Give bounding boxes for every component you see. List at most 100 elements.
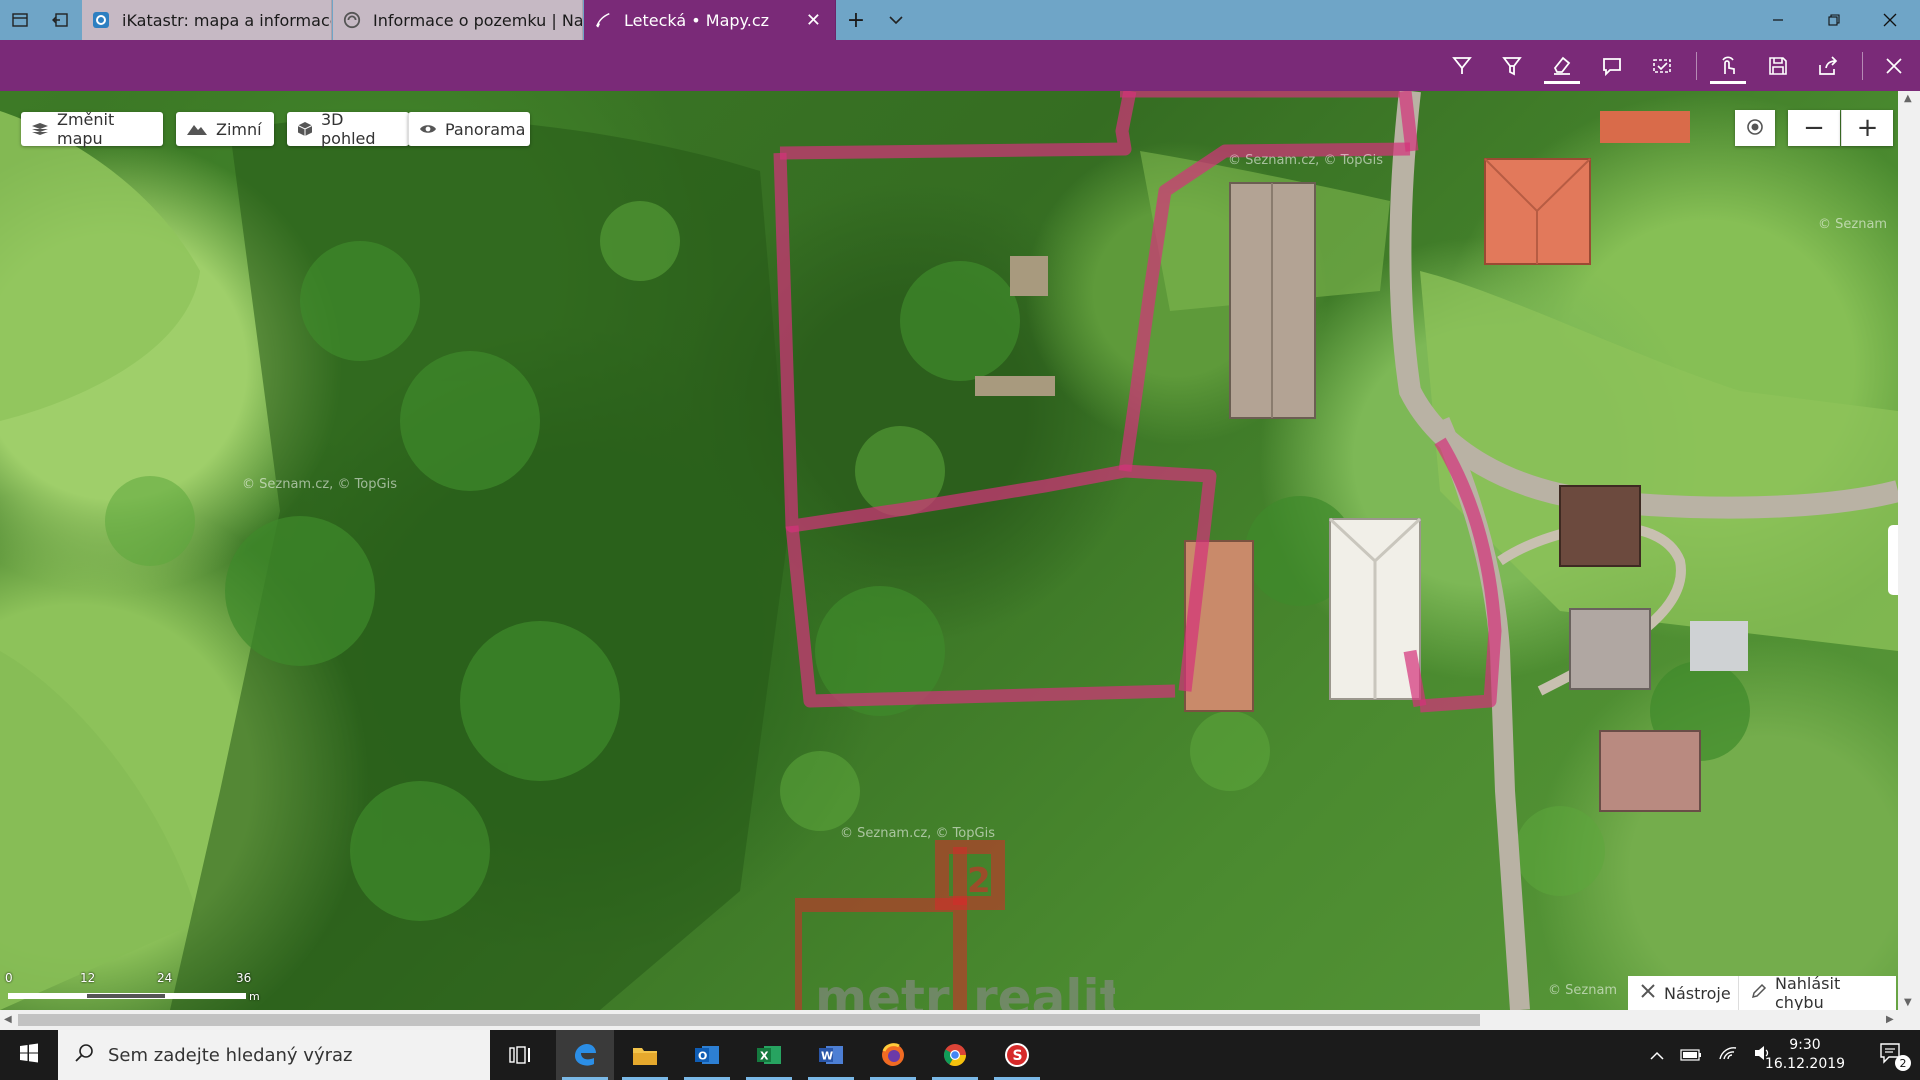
report-error-label: Nahlásit chybu	[1775, 974, 1841, 1010]
scale-tick-label: 36	[236, 971, 252, 985]
outlook-icon[interactable]: O	[678, 1030, 736, 1080]
tab-list-chevron-icon[interactable]	[876, 0, 916, 40]
aerial-map[interactable]: Změnit mapu Zimní 3D pohled Panorama − +…	[0, 91, 1898, 1010]
close-tab-icon[interactable]: ✕	[792, 10, 821, 31]
scroll-up-arrow-icon[interactable]: ▲	[1904, 93, 1912, 104]
cube-icon	[297, 121, 313, 137]
save-web-note-icon[interactable]	[1760, 48, 1796, 84]
change-map-button[interactable]: Změnit mapu	[21, 110, 163, 148]
file-explorer-icon[interactable]	[616, 1030, 674, 1080]
ballpoint-pen-icon[interactable]	[1444, 48, 1480, 84]
winter-label: Zimní	[216, 119, 262, 139]
exit-inking-icon[interactable]	[1876, 48, 1912, 84]
system-tray	[1650, 1030, 1772, 1080]
clip-icon[interactable]	[1644, 48, 1680, 84]
copyright-watermark: © Seznam.cz, © TopGis	[242, 477, 397, 492]
toolbar-divider	[1862, 52, 1863, 80]
scroll-left-arrow-icon[interactable]: ◀	[4, 1014, 12, 1025]
firefox-icon[interactable]	[864, 1030, 922, 1080]
zoom-out-label: −	[1803, 113, 1825, 143]
search-placeholder: Sem zadejte hledaný výraz	[108, 1044, 353, 1066]
clock-time: 9:30	[1789, 1037, 1821, 1053]
pencil-icon	[1751, 983, 1767, 1003]
svg-text:S: S	[1013, 1048, 1023, 1064]
restore-button[interactable]	[1806, 0, 1862, 40]
tools-label: Nástroje	[1664, 983, 1731, 1003]
winter-map-button[interactable]: Zimní	[176, 112, 274, 146]
tools-icon	[1640, 983, 1656, 1003]
app-s-icon[interactable]: S	[988, 1030, 1046, 1080]
eraser-icon[interactable]	[1544, 48, 1580, 84]
zoom-out-button[interactable]: −	[1788, 110, 1840, 146]
battery-icon[interactable]	[1680, 1046, 1702, 1065]
report-error-button[interactable]: Nahlásit chybu	[1738, 974, 1896, 1010]
3d-view-button[interactable]: 3D pohled	[287, 110, 409, 148]
copyright-watermark: © Seznam	[1548, 983, 1618, 998]
tools-button[interactable]: Nástroje	[1628, 976, 1738, 1010]
svg-text:X: X	[760, 1050, 769, 1063]
svg-text:O: O	[698, 1050, 707, 1063]
highlighter-icon[interactable]	[1494, 48, 1530, 84]
web-note-toolbar	[0, 40, 1920, 91]
horizontal-scrollbar[interactable]: ◀ ▶	[0, 1010, 1920, 1030]
svg-text:W: W	[821, 1050, 833, 1063]
panorama-button[interactable]: Panorama	[408, 112, 530, 146]
search-icon	[74, 1043, 94, 1068]
clock-date: 16.12.2019	[1764, 1056, 1846, 1072]
excel-icon[interactable]: X	[740, 1030, 798, 1080]
aerial-imagery	[0, 91, 1898, 1010]
zoom-in-label: +	[1856, 113, 1879, 143]
task-view-icon[interactable]	[491, 1030, 549, 1080]
mapy-cz-icon	[594, 11, 612, 29]
ikatastr-icon	[92, 11, 110, 29]
taskbar-clock[interactable]: 9:30 16.12.2019	[1756, 1036, 1854, 1074]
side-panel-handle[interactable]	[1888, 525, 1898, 595]
scale-tick-label: 12	[80, 971, 96, 985]
my-location-button[interactable]	[1735, 110, 1775, 146]
tab-mapy-cz[interactable]: Letecká • Mapy.cz ✕	[584, 0, 836, 40]
tab-title: Informace o pozemku | Nah	[373, 10, 583, 30]
tab-title: iKatastr: mapa a informace z	[122, 10, 332, 30]
minimize-button[interactable]	[1750, 0, 1806, 40]
notification-count-badge: 2	[1895, 1055, 1911, 1071]
show-hidden-icons-chevron-icon[interactable]	[1650, 1046, 1664, 1065]
share-icon[interactable]	[1810, 48, 1846, 84]
windows-logo-icon	[19, 1043, 39, 1067]
add-note-icon[interactable]	[1594, 48, 1630, 84]
new-tab-button[interactable]: +	[836, 0, 876, 40]
edge-icon[interactable]	[556, 1030, 614, 1080]
windows-taskbar: Sem zadejte hledaný výraz O X W S 9:30 1…	[0, 1030, 1920, 1080]
taskbar-search-box[interactable]: Sem zadejte hledaný výraz	[58, 1030, 490, 1080]
tab-ikatastr[interactable]: iKatastr: mapa a informace z	[82, 0, 332, 40]
tabs-aside-back-icon[interactable]	[40, 0, 80, 40]
scroll-right-arrow-icon[interactable]: ▶	[1886, 1014, 1894, 1025]
scale-bar-graphic	[8, 993, 246, 999]
action-center-button[interactable]: 2	[1862, 1030, 1920, 1080]
panorama-label: Panorama	[445, 119, 526, 139]
eye-icon	[419, 123, 437, 135]
scale-tick-label: 0	[5, 971, 13, 985]
tab-informace-o-pozemku[interactable]: Informace o pozemku | Nah	[333, 0, 583, 40]
copyright-watermark: © Seznam	[1818, 217, 1888, 232]
copyright-watermark: © Seznam.cz, © TopGis	[1228, 153, 1383, 168]
cuzk-icon	[343, 11, 361, 29]
toolbar-divider	[1696, 52, 1697, 80]
set-tabs-aside-icon[interactable]	[0, 0, 40, 40]
vertical-scrollbar[interactable]: ▲ ▼	[1898, 91, 1920, 1010]
touch-writing-icon[interactable]	[1710, 48, 1746, 84]
scale-unit-label: m	[249, 990, 260, 1003]
browser-tab-bar: iKatastr: mapa a informace z Informace o…	[0, 0, 1920, 40]
tab-title: Letecká • Mapy.cz	[624, 10, 770, 30]
start-button[interactable]	[0, 1030, 58, 1080]
horizontal-scroll-thumb[interactable]	[18, 1014, 1480, 1026]
copyright-watermark: © Seznam.cz, © TopGis	[840, 826, 995, 841]
chrome-icon[interactable]	[926, 1030, 984, 1080]
location-target-icon	[1746, 113, 1764, 143]
zoom-in-button[interactable]: +	[1841, 110, 1893, 146]
scroll-down-arrow-icon[interactable]: ▼	[1904, 997, 1912, 1008]
word-icon[interactable]: W	[802, 1030, 860, 1080]
close-window-button[interactable]	[1862, 0, 1918, 40]
change-map-label: Změnit mapu	[57, 110, 115, 148]
3d-view-label: 3D pohled	[321, 110, 376, 148]
wifi-icon[interactable]	[1718, 1045, 1738, 1065]
